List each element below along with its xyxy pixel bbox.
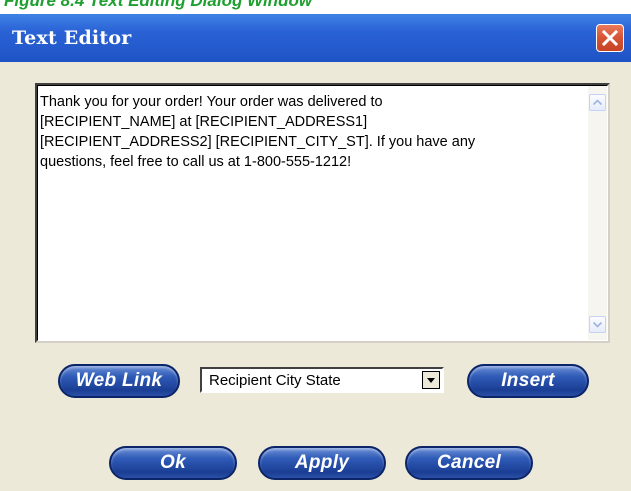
ok-label: Ok: [160, 452, 186, 473]
ok-button[interactable]: Ok: [109, 446, 237, 480]
insert-label: Insert: [501, 370, 555, 391]
scroll-down-arrow-icon: [592, 321, 603, 328]
message-text-area[interactable]: Thank you for your order! Your order was…: [35, 83, 610, 343]
dropdown-arrow-icon: [427, 378, 435, 383]
apply-label: Apply: [294, 452, 350, 473]
web-link-button[interactable]: Web Link: [58, 364, 180, 398]
field-select-dropdown[interactable]: Recipient City State: [200, 367, 444, 393]
title-bar[interactable]: Text Editor: [0, 14, 631, 62]
scroll-down-button[interactable]: [589, 316, 606, 333]
cancel-button[interactable]: Cancel: [405, 446, 533, 480]
scroll-up-button[interactable]: [589, 94, 606, 111]
message-text[interactable]: Thank you for your order! Your order was…: [40, 92, 575, 172]
close-icon: [601, 29, 619, 47]
field-select-value: Recipient City State: [209, 372, 341, 389]
apply-button[interactable]: Apply: [258, 446, 386, 480]
window-title: Text Editor: [12, 27, 132, 49]
dropdown-button[interactable]: [422, 371, 440, 389]
page-caption: Figure 8.4 Text Editing Dialog Window: [4, 0, 313, 10]
web-link-label: Web Link: [75, 370, 163, 391]
scroll-up-arrow-icon: [592, 99, 603, 106]
insert-button[interactable]: Insert: [467, 364, 589, 398]
vertical-scrollbar[interactable]: [588, 86, 607, 340]
cancel-label: Cancel: [436, 452, 502, 473]
close-button[interactable]: [596, 24, 624, 52]
